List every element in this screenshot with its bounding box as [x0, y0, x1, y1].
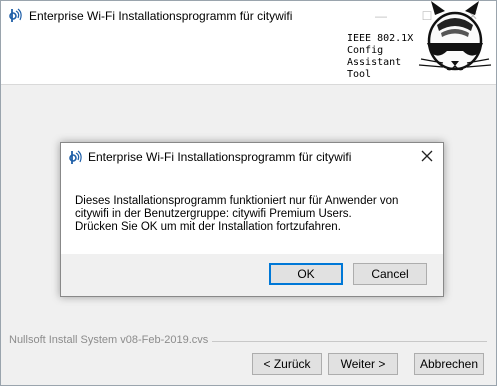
ok-button[interactable]: OK: [269, 263, 343, 285]
next-button[interactable]: Weiter >: [328, 353, 398, 375]
banner-line-2: Config: [347, 45, 384, 56]
nsis-version-label-overlay: Nullsoft Install System v08-Feb-2019.cvs: [9, 334, 213, 346]
window-title: Enterprise Wi-Fi Installationsprogramm f…: [29, 9, 293, 23]
banner-line-3: Assistant: [347, 57, 402, 68]
dialog-message-line-2: citywifi in der Benutzergruppe: citywifi…: [75, 208, 352, 220]
cat-logo-icon: [418, 1, 492, 71]
banner-line-1: IEEE 802.1X: [347, 33, 414, 44]
close-icon[interactable]: [419, 148, 435, 164]
dialog-message-line-3: Drücken Sie OK um mit der Installation f…: [75, 221, 341, 233]
dialog-title-bar: Enterprise Wi-Fi Installationsprogramm f…: [61, 143, 443, 171]
wifi-installer-icon: [9, 8, 22, 22]
cancel-button[interactable]: Cancel: [353, 263, 427, 285]
dialog-message-line-1: Dieses Installationsprogramm funktionier…: [75, 195, 399, 207]
dialog-button-bar: OK Cancel: [61, 254, 443, 296]
abort-button[interactable]: Abbrechen: [414, 353, 484, 375]
banner-line-4: Tool: [347, 69, 372, 80]
dialog-message: Dieses Installationsprogramm funktionier…: [75, 195, 431, 234]
message-dialog: Enterprise Wi-Fi Installationsprogramm f…: [60, 142, 444, 297]
minimize-button[interactable]: —: [358, 1, 404, 31]
banner-caption: IEEE 802.1X Config Assistant Tool: [347, 33, 413, 81]
wifi-installer-icon: [69, 150, 82, 164]
back-button[interactable]: < Zurück: [252, 353, 322, 375]
dialog-title: Enterprise Wi-Fi Installationsprogramm f…: [88, 150, 352, 164]
